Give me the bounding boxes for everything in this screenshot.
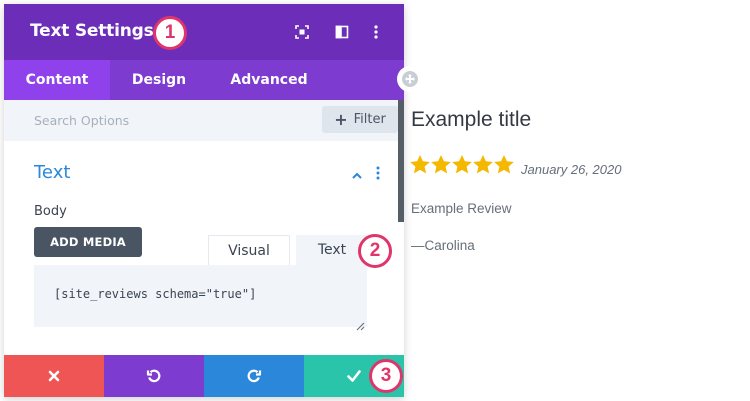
text-section: Text Body ADD MEDIA Visual Text [site_re…: [4, 141, 404, 355]
search-row: + Filter: [4, 100, 404, 140]
panel-footer: [4, 355, 404, 397]
redo-icon: [247, 369, 262, 383]
plus-icon: +: [334, 109, 348, 129]
filter-button[interactable]: + Filter: [322, 106, 398, 133]
preview-title: Example title: [411, 108, 532, 131]
review-date: January 26, 2020: [521, 162, 622, 177]
tab-advanced[interactable]: Advanced: [208, 60, 330, 100]
text-settings-panel: Text Settings Content Design Advanced +: [4, 4, 404, 397]
resize-grip-icon[interactable]: [355, 316, 365, 331]
panel-drag-handle[interactable]: [397, 66, 423, 92]
section-more-icon[interactable]: [376, 165, 384, 181]
step-badge-2: 2: [358, 234, 392, 268]
panel-tabs: Content Design Advanced: [4, 60, 404, 100]
move-icon: [402, 71, 418, 87]
cancel-button[interactable]: [4, 355, 104, 397]
body-field-label: Body: [34, 204, 67, 219]
review-author: —Carolina: [411, 238, 475, 253]
add-media-button[interactable]: ADD MEDIA: [34, 227, 142, 257]
star-icon: [431, 155, 451, 174]
sidebar-toggle-icon[interactable]: [332, 22, 352, 42]
star-icon: [494, 155, 514, 174]
chevron-up-icon[interactable]: [351, 167, 363, 179]
search-input[interactable]: [4, 100, 314, 140]
panel-header[interactable]: Text Settings: [4, 4, 404, 60]
filter-label: Filter: [353, 112, 386, 127]
redo-button[interactable]: [204, 355, 304, 397]
star-icon: [452, 155, 472, 174]
check-icon: [347, 370, 361, 382]
more-vertical-icon[interactable]: [366, 22, 386, 42]
tab-design[interactable]: Design: [110, 60, 208, 100]
editor-tab-visual[interactable]: Visual: [208, 235, 290, 265]
close-icon: [48, 370, 60, 382]
panel-title: Text Settings: [30, 21, 154, 41]
star-rating: [410, 155, 514, 174]
section-title[interactable]: Text: [34, 162, 70, 183]
panel-scrollbar[interactable]: [398, 100, 404, 222]
step-badge-3: 3: [369, 359, 403, 393]
step-badge-1: 1: [153, 16, 187, 50]
star-icon: [410, 155, 430, 174]
tab-content[interactable]: Content: [4, 60, 110, 100]
review-text: Example Review: [411, 201, 512, 216]
expand-icon[interactable]: [292, 22, 312, 42]
undo-icon: [146, 369, 161, 383]
body-textarea[interactable]: [site_reviews schema="true"]: [34, 265, 367, 327]
star-icon: [473, 155, 493, 174]
undo-button[interactable]: [104, 355, 204, 397]
